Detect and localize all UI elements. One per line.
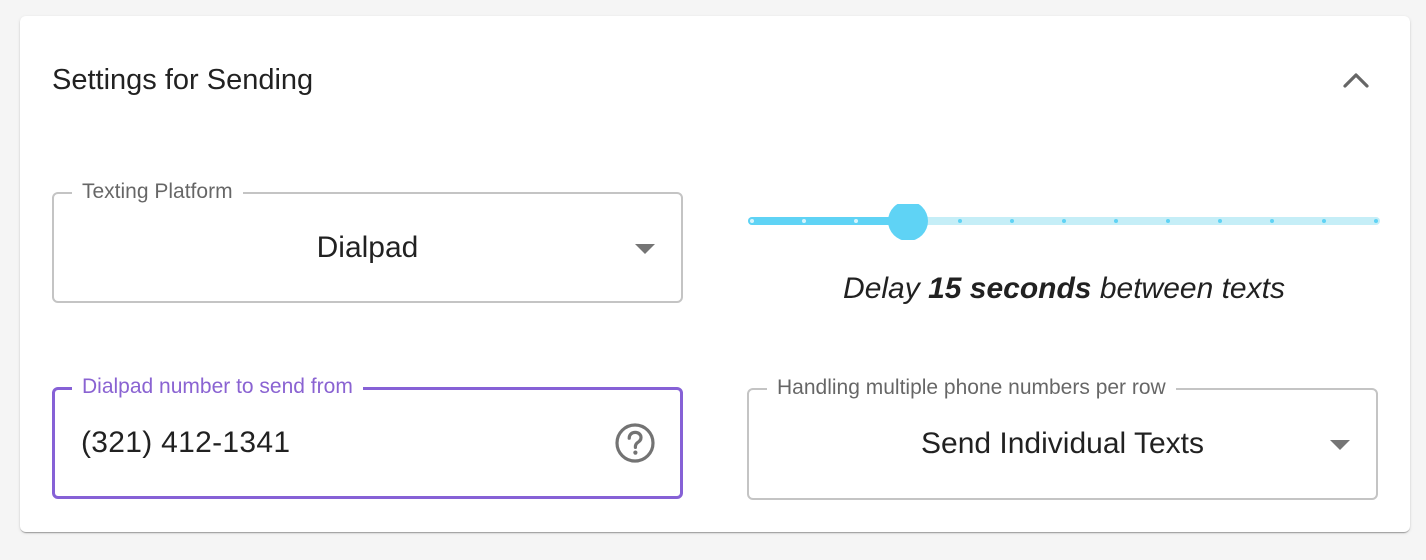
delay-caption: Delay 15 seconds between texts (748, 272, 1380, 306)
slider-tick-mark (1114, 219, 1118, 223)
delay-caption-prefix: Delay (843, 272, 920, 305)
dropdown-arrow-icon (635, 243, 655, 254)
slider-tick-mark (1218, 219, 1222, 223)
help-circle-icon (615, 423, 655, 463)
multiple-numbers-value: Send Individual Texts (921, 427, 1204, 460)
slider-tick-mark (1322, 219, 1326, 223)
chevron-up-icon (1343, 73, 1369, 88)
card-title: Settings for Sending (52, 64, 314, 96)
sending-settings-card: Settings for Sending Texting Platform Di… (20, 16, 1410, 532)
slider-tick-mark (1374, 219, 1378, 223)
slider-tick-mark (854, 219, 858, 223)
slider-tick-mark (1062, 219, 1066, 223)
send-from-number-value[interactable]: (321) 412-1341 (81, 390, 290, 496)
delay-slider[interactable] (748, 201, 1380, 241)
slider-tick-mark (750, 219, 754, 223)
delay-slider-track (748, 201, 1380, 241)
slider-thumb (888, 201, 928, 241)
collapse-button[interactable] (1336, 62, 1376, 98)
slider-tick-mark (802, 219, 806, 223)
slider-tick-mark (1166, 219, 1170, 223)
delay-caption-suffix: between texts (1099, 272, 1285, 305)
slider-tick-mark (1010, 219, 1014, 223)
slider-tick-mark (1270, 219, 1274, 223)
texting-platform-value: Dialpad (316, 230, 419, 264)
slider-tick-mark (958, 219, 962, 223)
texting-platform-select[interactable]: Texting Platform Dialpad (52, 179, 683, 303)
delay-caption-value: 15 seconds (928, 272, 1092, 305)
multiple-numbers-select[interactable]: Handling multiple phone numbers per row … (747, 375, 1378, 500)
send-from-number-field[interactable]: Dialpad number to send from (321) 412-13… (52, 374, 683, 499)
help-button[interactable] (614, 422, 656, 464)
dropdown-arrow-icon (1330, 440, 1350, 450)
